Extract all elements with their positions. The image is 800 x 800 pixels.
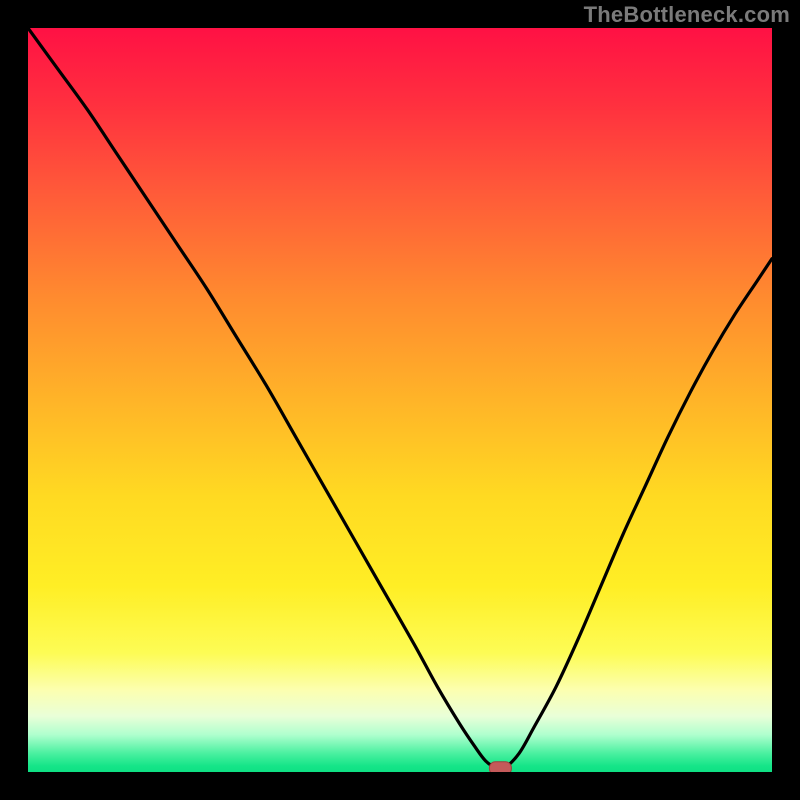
bottleneck-chart [0,0,800,800]
plot-background [28,28,772,772]
watermark-text: TheBottleneck.com [584,2,790,28]
chart-frame: { "watermark": "TheBottleneck.com", "col… [0,0,800,800]
optimal-marker [489,762,511,775]
